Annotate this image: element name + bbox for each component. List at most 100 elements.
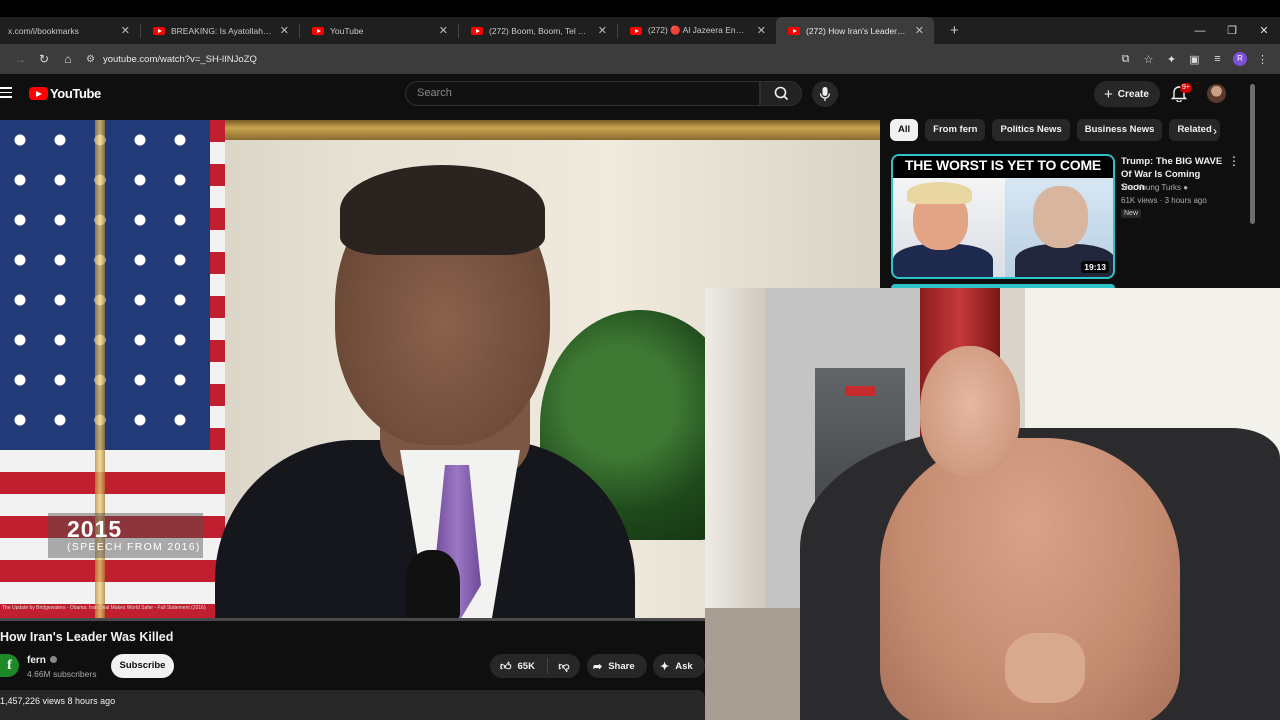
verified-icon: ● [1183,183,1189,192]
create-button[interactable]: + Create [1094,81,1160,107]
close-icon[interactable]: ✕ [439,24,448,37]
home-icon[interactable]: ⌂ [56,52,80,66]
youtube-favicon-icon [788,26,800,35]
channel-name[interactable]: fern [27,655,46,666]
youtube-play-icon [29,87,48,100]
webcam-person-hand [1005,633,1085,703]
views-and-date: 1,457,226 views 8 hours ago [0,696,116,706]
search-button[interactable] [760,81,802,106]
screen: x.com/i/bookmarks ✕ BREAKING: Is Ayatoll… [0,0,1280,720]
verified-icon [49,656,57,663]
account-avatar[interactable] [1207,84,1226,103]
voice-search-button[interactable] [812,81,838,107]
plus-icon: + [1104,85,1113,103]
sparkle-icon: ✦ [660,660,670,673]
recommended-channel-name[interactable]: The Young Turks ● [1121,183,1188,192]
thumbnail-hair-left [907,182,972,204]
subscriber-count: 4.66M subscribers [27,669,97,679]
search-icon [774,86,789,101]
new-tab-button[interactable]: + [950,22,959,39]
webcam-person-head [920,346,1020,476]
share-button[interactable]: ➦ Share [587,654,647,678]
recommended-video-meta: 61K views · 3 hours ago [1121,196,1207,205]
close-icon[interactable]: ✕ [280,24,289,37]
tab-title: (272) Boom, Boom, Tel Aviv (20 [489,25,590,36]
minimize-icon[interactable]: — [1184,25,1216,37]
ask-label: Ask [675,660,693,672]
close-icon[interactable]: ✕ [757,24,766,37]
tab-title: (272) How Iran's Leader Was Ki [806,25,907,36]
microphone-icon [819,87,831,101]
logo-text: YouTube [50,86,101,101]
site-info-icon[interactable]: ⚙ [86,54,95,65]
share-icon: ➦ [593,660,603,673]
install-app-icon[interactable]: ⧉ [1114,53,1137,66]
chip-politics-news[interactable]: Politics News [992,119,1070,141]
video-frame-hair [340,165,545,255]
video-progress-bar[interactable] [0,618,705,621]
tab-title: x.com/i/bookmarks [8,25,79,36]
youtube-favicon-icon [630,26,642,35]
tab-tel-aviv[interactable]: (272) Boom, Boom, Tel Aviv (20 ✕ [459,17,617,44]
youtube-favicon-icon [471,26,483,35]
tab-ayatollah[interactable]: BREAKING: Is Ayatollah Dead? ✕ [141,17,299,44]
toolbar-actions: ⧉ ☆ ✦ ▣ ≡ R ⋮ [1114,52,1280,66]
like-button[interactable]: 👍︎ 65K [490,658,548,674]
filter-chips: All From fern Politics News Business New… [890,119,1227,141]
scrollbar-thumb[interactable] [1250,84,1255,224]
browser-tab-bar: x.com/i/bookmarks ✕ BREAKING: Is Ayatoll… [0,17,1280,44]
like-dislike-group: 👍︎ 65K 👎︎ [490,654,580,678]
close-icon[interactable]: ✕ [598,24,607,37]
restore-icon[interactable]: ❐ [1216,24,1248,37]
reading-list-icon[interactable]: ≡ [1206,53,1229,65]
side-panel-icon[interactable]: ▣ [1183,53,1206,66]
url-text: youtube.com/watch?v=_SH-lINJoZQ [102,53,257,65]
youtube-header: YouTube Search + Create 9+ [0,74,1280,114]
description-box[interactable]: 1,457,226 views 8 hours ago [0,690,705,720]
chevron-right-icon[interactable]: › [1213,124,1217,138]
close-icon[interactable]: ✕ [121,24,130,37]
thumbnail-headline: THE WORST IS YET TO COME [904,157,1102,173]
recommended-video-thumbnail[interactable]: THE WORST IS YET TO COME 19:13 [891,154,1115,279]
more-options-icon[interactable]: ⋮ [1228,154,1240,168]
chip-all[interactable]: All [890,119,919,141]
channel-avatar[interactable]: f [0,654,19,677]
close-icon[interactable]: ✕ [915,24,924,37]
video-title: How Iran's Leader Was Killed [0,630,174,644]
chip-from-fern[interactable]: From fern [925,119,986,141]
browser-menu-icon[interactable]: ⋮ [1251,53,1274,66]
webcam-overlay [705,288,1280,720]
video-duration: 19:13 [1081,261,1109,273]
search-input[interactable]: Search [405,81,760,106]
dislike-button[interactable]: 👎︎ [548,660,580,673]
lower-third-subtitle: (SPEECH FROM 2016) [67,541,201,553]
tab-title: YouTube [330,25,364,36]
bookmark-star-icon[interactable]: ☆ [1137,53,1160,66]
forward-icon[interactable]: → [8,52,32,66]
lower-third-year: 2015 [67,516,123,542]
reload-icon[interactable]: ↻ [32,52,56,66]
youtube-logo[interactable]: YouTube [29,86,101,101]
ask-button[interactable]: ✦ Ask [653,654,705,678]
profile-avatar[interactable]: R [1233,52,1247,66]
tab-bookmarks[interactable]: x.com/i/bookmarks ✕ [0,17,140,44]
tab-al-jazeera[interactable]: (272) 🔴 Al Jazeera English | Li ✕ [618,17,776,44]
page-scrollbar[interactable] [1248,74,1257,294]
close-window-icon[interactable]: ✕ [1248,24,1280,37]
top-strip [0,0,1280,17]
url-field[interactable]: ⚙ youtube.com/watch?v=_SH-lINJoZQ [86,47,1114,71]
video-source-credit: The Update by Bridgewaters - Obama: Iran… [2,605,206,611]
tab-title: BREAKING: Is Ayatollah Dead? [171,25,272,36]
extensions-icon[interactable]: ✦ [1160,53,1183,66]
new-badge: New [1121,209,1142,218]
notification-badge: 9+ [1180,83,1192,93]
chip-business-news[interactable]: Business News [1076,119,1163,141]
tab-iran-leader-active[interactable]: (272) How Iran's Leader Was Ki ✕ [776,17,934,44]
recommended-channel-text: The Young Turks [1121,183,1182,192]
tab-youtube[interactable]: YouTube ✕ [300,17,458,44]
menu-icon[interactable] [0,87,12,99]
subscribe-button[interactable]: Subscribe [111,654,174,678]
video-frame-microphone [405,550,460,620]
channel-name-row[interactable]: fern [27,655,57,666]
create-label: Create [1117,88,1149,100]
